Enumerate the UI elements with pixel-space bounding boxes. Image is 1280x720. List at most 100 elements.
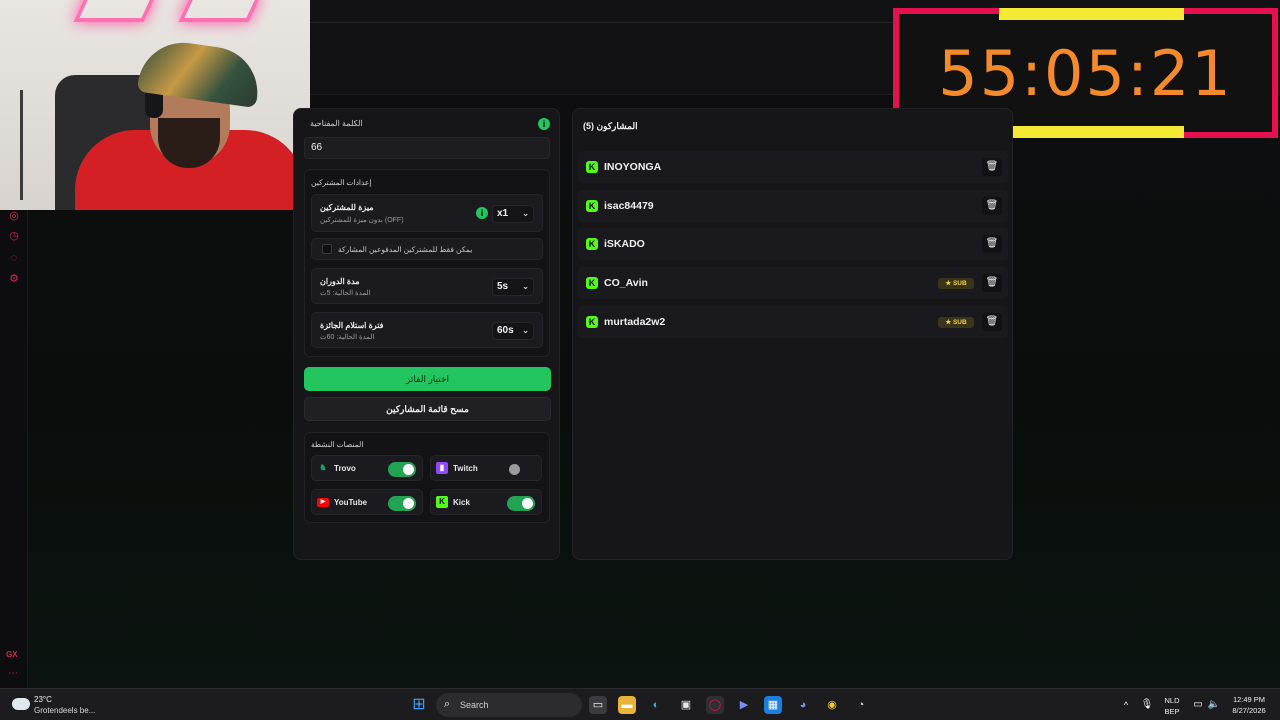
participant-username: murtada2w2 — [604, 316, 666, 328]
opera-gx-icon[interactable]: ◯ — [706, 696, 724, 714]
info-icon[interactable]: i — [538, 118, 550, 130]
history-icon[interactable]: ◷ — [8, 230, 20, 242]
edge-icon[interactable]: ◐ — [647, 696, 665, 714]
weather-temp[interactable]: 23°C — [34, 695, 52, 704]
settings-icon[interactable]: ⚙ — [8, 273, 20, 285]
player-icon[interactable]: ◎ — [8, 210, 20, 222]
chat-icon[interactable]: ◌ — [8, 252, 20, 264]
platform-name: Kick — [453, 498, 470, 507]
timer-digits: 55:05:21 — [938, 36, 1233, 110]
start-icon[interactable]: ⊞ — [410, 696, 428, 714]
participant-row: K CO_Avin ★ SUB 🗑 — [578, 267, 1008, 299]
active-platforms: المنصات النشطة ♞ Trovo ▮ Twitch ▶ YouTub… — [304, 432, 550, 523]
trovo-icon: ♞ — [319, 463, 327, 472]
language-top[interactable]: NLD — [1160, 696, 1184, 705]
webcam-overlay — [0, 0, 310, 210]
task-view-icon[interactable]: ▭ — [589, 696, 607, 714]
microphone-icon[interactable]: 🎙 — [1138, 696, 1156, 714]
platform-name: YouTube — [334, 498, 368, 507]
platform-twitch: ▮ Twitch — [430, 455, 542, 481]
claim-period-row: فترة استلام الجائزة المدة الحالية: 60ث 6… — [311, 312, 543, 348]
spin-duration-title: مدة الدوران — [320, 277, 360, 286]
participant-username: INOYONGA — [604, 161, 662, 173]
trash-icon[interactable]: 🗑 — [982, 235, 1002, 253]
sub-badge: ★ SUB — [938, 278, 974, 289]
platform-trovo: ♞ Trovo — [311, 455, 423, 481]
subscriber-bonus-select[interactable]: x1 ⌄ — [492, 205, 534, 223]
claim-period-title: فترة استلام الجائزة — [320, 321, 384, 330]
store-icon[interactable]: ▣ — [677, 696, 695, 714]
trash-icon[interactable]: 🗑 — [982, 197, 1002, 215]
chrome-icon[interactable]: ◉ — [823, 696, 841, 714]
keyword-label: الكلمة المفتاحية — [310, 119, 363, 128]
kick-icon: K — [436, 496, 448, 508]
participants-panel: المشاركون (5) K INOYONGA 🗑 K isac84479 🗑… — [572, 108, 1013, 560]
clock-time[interactable]: 12:49 PM — [1226, 695, 1272, 704]
kick-icon: K — [586, 277, 598, 289]
chevron-down-icon: ⌄ — [522, 209, 529, 218]
participant-username: isac84479 — [604, 200, 654, 212]
more-icon[interactable]: ⋯ — [8, 668, 18, 679]
subscriber-bonus-subtitle: بدون ميزة للمشتركين (OFF) — [320, 217, 404, 224]
search-placeholder: Search — [460, 700, 489, 710]
keyword-input[interactable]: 66 — [304, 137, 550, 159]
participants-title: المشاركون (5) — [583, 121, 638, 131]
media-app-icon[interactable]: ▶ — [735, 696, 753, 714]
subs-only-row: يمكن فقط للمشتركين المدفوعين المشاركة — [311, 238, 543, 260]
search-icon: ⌕ — [444, 698, 451, 710]
giveaway-settings-panel: الكلمة المفتاحية i 66 إعدادات المشتركين … — [293, 108, 560, 560]
trovo-toggle[interactable] — [388, 462, 416, 477]
youtube-toggle[interactable] — [388, 496, 416, 511]
kick-icon: K — [586, 200, 598, 212]
platforms-title: المنصات النشطة — [311, 440, 364, 449]
participant-username: CO_Avin — [604, 277, 648, 289]
platform-youtube: ▶ YouTube — [311, 489, 423, 515]
trash-icon[interactable]: 🗑 — [982, 313, 1002, 331]
claim-period-select[interactable]: 60s ⌄ — [492, 322, 534, 340]
subs-only-label: يمكن فقط للمشتركين المدفوعين المشاركة — [338, 245, 473, 254]
participant-row: K murtada2w2 ★ SUB 🗑 — [578, 306, 1008, 338]
sub-badge: ★ SUB — [938, 317, 974, 328]
subscriber-bonus-title: ميزة للمشتركين — [320, 203, 374, 212]
kick-toggle[interactable] — [507, 496, 535, 511]
kick-icon: K — [586, 161, 598, 173]
participant-row: K isac84479 🗑 — [578, 190, 1008, 222]
weather-description[interactable]: Grotendeels be... — [34, 706, 95, 715]
clear-list-button[interactable]: مسح قائمة المشاركين — [304, 397, 551, 421]
twitch-toggle[interactable] — [507, 462, 535, 477]
kick-icon: K — [586, 238, 598, 250]
info-icon[interactable]: i — [476, 207, 488, 219]
weather-cloud-icon[interactable] — [12, 698, 30, 710]
chevron-down-icon: ⌄ — [522, 326, 529, 335]
trash-icon[interactable]: 🗑 — [982, 274, 1002, 292]
chevron-up-icon[interactable]: ^ — [1117, 696, 1135, 714]
file-explorer-icon[interactable]: ▬ — [618, 696, 636, 714]
participant-row: K INOYONGA 🗑 — [578, 151, 1008, 183]
taskbar-search[interactable]: ⌕ Search — [436, 693, 582, 717]
language-bottom[interactable]: BEP — [1160, 707, 1184, 716]
claim-period-subtitle: المدة الحالية: 60ث — [320, 334, 375, 341]
subscriber-settings: إعدادات المشتركين ميزة للمشتركين بدون مي… — [304, 169, 550, 357]
pick-winner-button[interactable]: اختيار الفائز — [304, 367, 551, 391]
spin-duration-select[interactable]: 5s ⌄ — [492, 278, 534, 296]
platform-name: Trovo — [334, 464, 356, 473]
windows-app-icon[interactable]: ▦ — [764, 696, 782, 714]
subs-only-checkbox[interactable] — [322, 244, 332, 254]
trash-icon[interactable]: 🗑 — [982, 158, 1002, 176]
participant-row: K iSKADO 🗑 — [578, 228, 1008, 260]
app-icon[interactable]: ◔ — [852, 696, 870, 714]
subscriber-bonus-row: ميزة للمشتركين بدون ميزة للمشتركين (OFF)… — [311, 194, 543, 232]
settings-title: إعدادات المشتركين — [311, 178, 372, 187]
chevron-down-icon: ⌄ — [522, 282, 529, 291]
platform-name: Twitch — [453, 464, 478, 473]
kick-icon: K — [586, 316, 598, 328]
volume-icon[interactable]: 🔈 — [1205, 696, 1223, 714]
windows-taskbar: 23°C Grotendeels be... ⊞ ⌕ Search ▭ ▬ ◐ … — [0, 688, 1280, 720]
twitch-icon: ▮ — [436, 462, 448, 474]
participant-username: iSKADO — [604, 238, 645, 250]
platform-kick: K Kick — [430, 489, 542, 515]
clock-date[interactable]: 8/27/2026 — [1226, 706, 1272, 715]
discord-icon[interactable]: ◕ — [794, 696, 812, 714]
spin-duration-row: مدة الدوران المدة الحالية: 5ث 5s ⌄ — [311, 268, 543, 304]
spin-duration-subtitle: المدة الحالية: 5ث — [320, 290, 371, 297]
